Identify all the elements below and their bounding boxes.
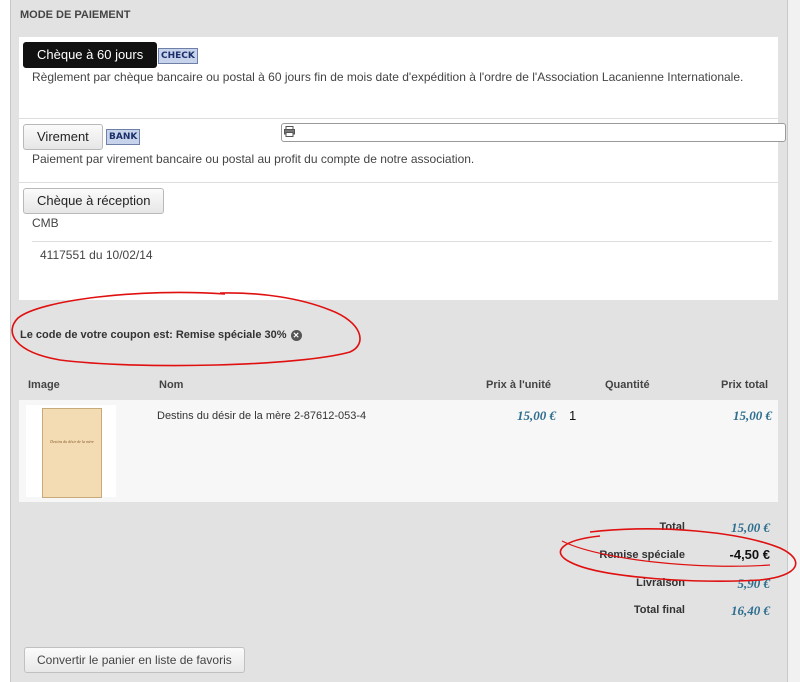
product-image[interactable]: Destins du désir de la mère (26, 405, 116, 498)
payment-virement-button[interactable]: Virement (23, 124, 103, 150)
product-name[interactable]: Destins du désir de la mère 2-87612-053-… (157, 410, 366, 422)
divider (19, 118, 778, 119)
payment-virement-description: Paiement par virement bancaire ou postal… (32, 152, 475, 166)
header-name: Nom (159, 379, 184, 391)
section-title: MODE DE PAIEMENT (20, 9, 131, 21)
payment-cheque-60-description: Règlement par chèque bancaire ou postal … (32, 70, 744, 84)
divider (32, 241, 772, 242)
product-total-price: 15,00 € (733, 408, 772, 423)
scrollbar[interactable] (788, 0, 800, 682)
discount-label: Remise spéciale (599, 549, 685, 561)
convert-to-favorites-button[interactable]: Convertir le panier en liste de favoris (24, 647, 245, 673)
book-cover-title: Destins du désir de la mère (50, 439, 94, 444)
cart-item-row (19, 400, 778, 502)
header-quantity: Quantité (605, 379, 650, 391)
product-unit-price: 15,00 € (517, 408, 556, 423)
overlay-input-field[interactable] (281, 123, 786, 142)
product-quantity[interactable]: 1 (569, 408, 576, 423)
final-total-label: Total final (633, 604, 685, 616)
printer-icon[interactable] (284, 126, 295, 137)
bank-logo-icon: BANK (106, 129, 141, 145)
coupon-text: Le code de votre coupon est: Remise spéc… (20, 329, 287, 341)
remove-coupon-icon[interactable]: ✕ (290, 329, 302, 341)
payment-reception-reference: 4117551 du 10/02/14 (40, 248, 153, 262)
total-value: 15,00 € (731, 520, 770, 535)
divider (19, 182, 778, 183)
book-cover: Destins du désir de la mère (42, 408, 102, 498)
header-image: Image (28, 379, 60, 391)
header-unit-price: Prix à l'unité (486, 379, 551, 391)
payment-reception-bank: CMB (32, 216, 59, 230)
payment-methods-box: Chèque à 60 jours CHECK Règlement par ch… (19, 37, 778, 300)
check-logo-icon: CHECK (158, 48, 198, 64)
header-total-price: Prix total (721, 379, 769, 391)
payment-cheque-reception-button[interactable]: Chèque à réception (23, 188, 165, 214)
payment-cheque-60-button[interactable]: Chèque à 60 jours (23, 42, 158, 68)
coupon-notice: Le code de votre coupon est: Remise spéc… (20, 329, 302, 341)
discount-value: -4,50 € (729, 547, 770, 562)
shipping-label: Livraison (636, 577, 685, 589)
final-total-value: 16,40 € (731, 603, 770, 618)
shipping-value: 5,90 € (737, 576, 771, 591)
total-label: Total (659, 521, 685, 533)
